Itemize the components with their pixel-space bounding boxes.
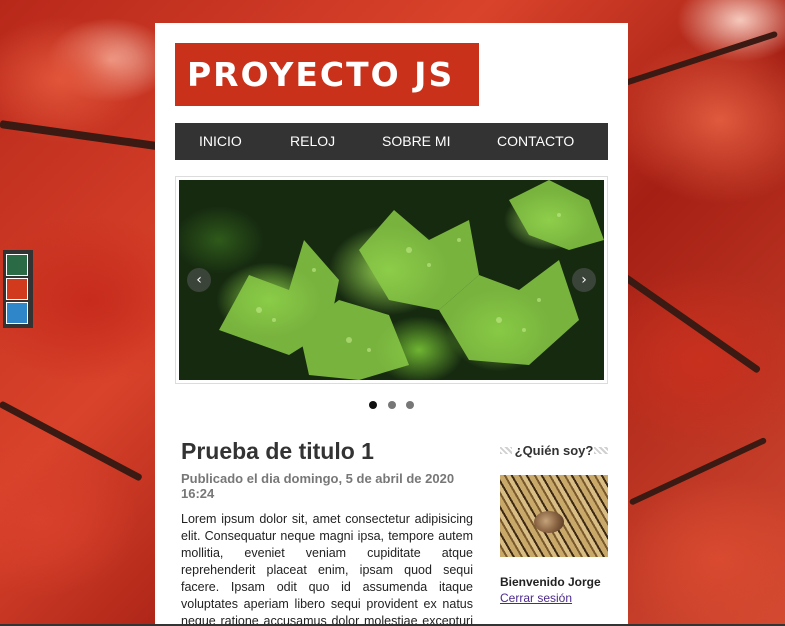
slider-prev-button[interactable]: ‹ <box>187 268 211 292</box>
nav-item-inicio[interactable]: INICIO <box>199 123 242 160</box>
main-nav: INICIO RELOJ SOBRE MI CONTACTO <box>175 123 608 160</box>
logout-link[interactable]: Cerrar sesión <box>500 591 608 605</box>
theme-swatch-red[interactable] <box>6 278 28 300</box>
welcome-text: Bienvenido Jorge <box>500 575 601 589</box>
theme-swatch-green[interactable] <box>6 254 28 276</box>
theme-swatch-blue[interactable] <box>6 302 28 324</box>
image-slider: ‹ › <box>175 176 608 384</box>
nav-item-reloj[interactable]: RELOJ <box>290 123 335 160</box>
sidebar-title-block: ¿Quién soy? <box>500 442 608 460</box>
background-branch <box>628 436 768 506</box>
ivy-leaves-image <box>219 180 604 380</box>
slider-pager <box>155 396 628 414</box>
title-stripes <box>594 447 608 454</box>
slider-dot[interactable] <box>387 401 396 409</box>
background-branch <box>0 400 143 482</box>
snail-image <box>534 511 564 533</box>
slider-dot[interactable] <box>369 401 378 409</box>
slider-dot[interactable] <box>405 401 414 409</box>
article-body: Lorem ipsum dolor sit, amet consectetur … <box>181 512 473 626</box>
background-branch <box>624 30 779 86</box>
background-branch <box>617 270 762 374</box>
sidebar: ¿Quién soy? Bienvenido Jorge Cerrar sesi… <box>500 442 608 605</box>
slider-next-button[interactable]: › <box>572 268 596 292</box>
article-title[interactable]: Prueba de titulo 1 <box>181 437 473 465</box>
article: Prueba de titulo 1 Publicado el dia domi… <box>181 437 473 626</box>
page-container: PROYECTO JS INICIO RELOJ SOBRE MI CONTAC… <box>155 23 628 626</box>
nav-item-sobre-mi[interactable]: SOBRE MI <box>382 123 450 160</box>
avatar <box>500 475 608 557</box>
background-branch <box>0 120 169 152</box>
article-date: Publicado el dia domingo, 5 de abril de … <box>181 471 455 501</box>
sidebar-title: ¿Quién soy? <box>511 443 597 458</box>
theme-switcher <box>3 250 33 328</box>
slide-image: ‹ › <box>179 180 604 380</box>
nav-item-contacto[interactable]: CONTACTO <box>497 123 574 160</box>
site-logo[interactable]: PROYECTO JS <box>175 43 479 106</box>
